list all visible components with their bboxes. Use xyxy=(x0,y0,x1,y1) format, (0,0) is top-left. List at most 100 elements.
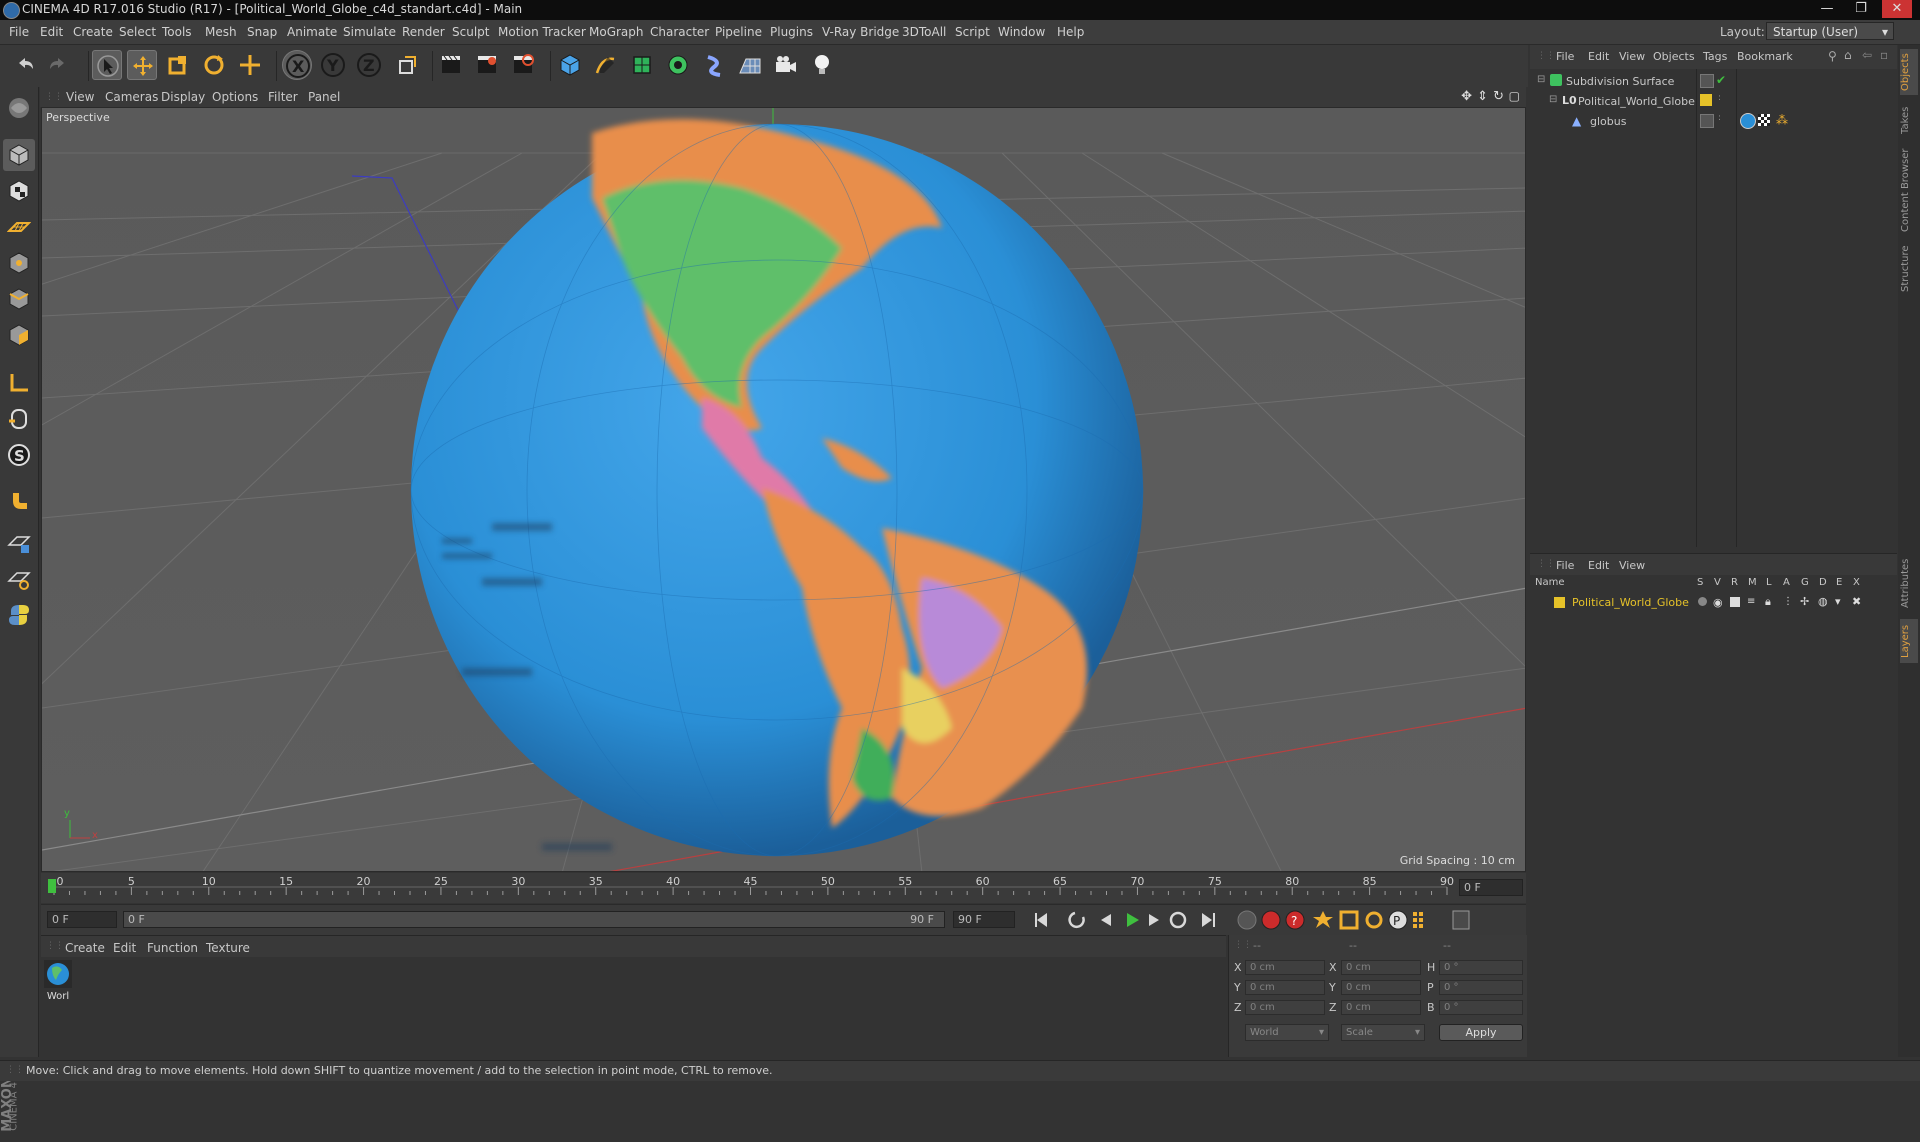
uvw-tag-icon[interactable]: ⁂ xyxy=(1776,113,1788,127)
layer-row[interactable]: Political_World_Globe ◉ ≡ 🔒︎ ⋮ ✢ ◍ ▾ ✖ xyxy=(1530,594,1897,614)
obj-menu-file[interactable]: File xyxy=(1556,50,1574,63)
material-swatch[interactable]: Worl xyxy=(44,960,72,1002)
obj-menu-objects[interactable]: Objects xyxy=(1653,50,1695,63)
live-select-icon[interactable] xyxy=(235,50,265,80)
range-slider[interactable]: 0 F 90 F xyxy=(123,911,945,928)
light-icon[interactable] xyxy=(807,50,837,80)
layer-color-swatch[interactable] xyxy=(1700,94,1712,106)
3d-viewport[interactable]: y x Perspective Grid Spacing : 10 cm xyxy=(41,107,1526,872)
menu-edit[interactable]: Edit xyxy=(40,25,63,39)
menu-snap[interactable]: Snap xyxy=(247,25,277,39)
render-view-icon[interactable] xyxy=(436,50,466,80)
layer-slot-icon[interactable] xyxy=(1700,74,1714,88)
menu-3dtoall[interactable]: 3DToAll xyxy=(902,25,946,39)
vp-menu-panel[interactable]: Panel xyxy=(308,90,340,104)
rotate-icon[interactable] xyxy=(199,50,229,80)
menu-plugins[interactable]: Plugins xyxy=(770,25,813,39)
render-icon[interactable] xyxy=(1730,597,1740,607)
tab-structure[interactable]: Structure xyxy=(1900,241,1918,297)
tab-content-browser[interactable]: Content Browser xyxy=(1900,145,1918,235)
menu-motion-tracker[interactable]: Motion Tracker xyxy=(498,25,586,39)
make-editable-icon[interactable] xyxy=(3,92,35,124)
menu-window[interactable]: Window xyxy=(998,25,1045,39)
workplane-icon[interactable] xyxy=(3,211,35,243)
coord-mode-world-dropdown[interactable]: World ▾ xyxy=(1245,1024,1329,1041)
menu-create[interactable]: Create xyxy=(73,25,113,39)
cube-icon[interactable] xyxy=(555,50,585,80)
visibility-dots-icon[interactable]: : xyxy=(1718,93,1721,103)
menu-script[interactable]: Script xyxy=(955,25,990,39)
cloner-icon[interactable] xyxy=(663,50,693,80)
deformer-icon[interactable] xyxy=(699,50,729,80)
size-z-field[interactable]: 0 cm xyxy=(1341,1000,1421,1015)
coord-mode-scale-dropdown[interactable]: Scale ▾ xyxy=(1341,1024,1425,1041)
deformers-icon[interactable]: ◍ xyxy=(1818,595,1828,608)
collapse-icon[interactable]: ⊟ xyxy=(1549,94,1557,105)
collapse-icon[interactable]: ⊟ xyxy=(1537,74,1545,85)
menu-mograph[interactable]: MoGraph xyxy=(589,25,644,39)
animation-icon[interactable]: ⋮ xyxy=(1783,596,1793,607)
minimize-button[interactable]: — xyxy=(1812,0,1842,18)
object-row-globus[interactable]: ▲ globus : ⁂ xyxy=(1530,113,1897,133)
vp-menu-cameras[interactable]: Cameras xyxy=(105,90,158,104)
render-picture-viewer-icon[interactable] xyxy=(472,50,502,80)
layer-menu-edit[interactable]: Edit xyxy=(1588,559,1609,572)
texture-mode-icon[interactable] xyxy=(3,175,35,207)
vp-menu-display[interactable]: Display xyxy=(161,90,205,104)
end-frame-field[interactable]: 90 F xyxy=(953,911,1015,928)
vp-menu-filter[interactable]: Filter xyxy=(268,90,298,104)
visibility-dots-icon[interactable]: : xyxy=(1718,113,1721,123)
menu-tools[interactable]: Tools xyxy=(162,25,192,39)
menu-mesh[interactable]: Mesh xyxy=(205,25,237,39)
expressions-icon[interactable]: ▾ xyxy=(1835,595,1841,608)
eye-icon[interactable]: ◉ xyxy=(1713,596,1723,609)
mat-menu-edit[interactable]: Edit xyxy=(113,941,136,955)
timeline-ruler[interactable]: 0 5 10 15 20 25 30 35 40 45 50 55 60 65 70 75 80 85 90 0 F xyxy=(41,873,1526,903)
layer-color-swatch[interactable] xyxy=(1554,597,1565,608)
home-icon[interactable]: ⌂ xyxy=(1844,48,1852,62)
pan-icon[interactable]: ✥ xyxy=(1461,89,1472,104)
menu-help[interactable]: Help xyxy=(1057,25,1084,39)
menu-animate[interactable]: Animate xyxy=(287,25,337,39)
axis-y-icon[interactable]: Y xyxy=(318,50,348,80)
close-button[interactable]: ✕ xyxy=(1882,0,1912,18)
scale-icon[interactable] xyxy=(163,50,193,80)
current-frame-field[interactable]: 0 F xyxy=(1459,879,1523,896)
floor-icon[interactable] xyxy=(735,50,765,80)
orbit-icon[interactable]: ↻ xyxy=(1493,89,1504,104)
workplane-lock-icon[interactable] xyxy=(3,527,35,559)
obj-menu-bookmark[interactable]: Bookmark xyxy=(1737,50,1793,63)
redo-icon[interactable] xyxy=(43,50,73,80)
object-row-subdivision[interactable]: ⊟ Subdivision Surface ✔ xyxy=(1530,73,1897,93)
axis-z-icon[interactable]: Z xyxy=(354,50,384,80)
phong-tag-icon[interactable] xyxy=(1758,114,1770,126)
layout-dropdown[interactable]: Startup (User) ▾ xyxy=(1766,22,1894,40)
tab-layers[interactable]: Layers xyxy=(1900,619,1918,663)
maximize-button[interactable]: ❐ xyxy=(1846,0,1876,18)
solo-icon[interactable] xyxy=(1698,597,1707,606)
points-mode-icon[interactable] xyxy=(3,247,35,279)
coordinate-system-icon[interactable] xyxy=(392,50,422,80)
size-y-field[interactable]: 0 cm xyxy=(1341,980,1421,995)
mat-menu-function[interactable]: Function xyxy=(147,941,198,955)
enabled-check-icon[interactable]: ✔ xyxy=(1716,73,1726,87)
menu-vray-bridge[interactable]: V-Ray Bridge xyxy=(822,25,899,39)
new-view-icon[interactable]: ▫ xyxy=(1880,48,1888,62)
vp-menu-options[interactable]: Options xyxy=(212,90,258,104)
tweak-mode-icon[interactable] xyxy=(3,403,35,435)
start-frame-field[interactable]: 0 F xyxy=(47,911,117,928)
polygons-mode-icon[interactable] xyxy=(3,319,35,351)
menu-simulate[interactable]: Simulate xyxy=(343,25,396,39)
render-settings-icon[interactable] xyxy=(508,50,538,80)
select-arrow-icon[interactable] xyxy=(92,50,122,80)
layer-menu-file[interactable]: File xyxy=(1556,559,1574,572)
layer-menu-view[interactable]: View xyxy=(1619,559,1645,572)
rotation-p-field[interactable]: 0 ° xyxy=(1439,980,1523,995)
zoom-icon[interactable]: ⇕ xyxy=(1477,89,1488,104)
xref-icon[interactable]: ✖ xyxy=(1852,595,1861,608)
snap-icon[interactable]: S xyxy=(3,439,35,471)
edges-mode-icon[interactable] xyxy=(3,283,35,315)
menu-pipeline[interactable]: Pipeline xyxy=(715,25,762,39)
position-z-field[interactable]: 0 cm xyxy=(1245,1000,1325,1015)
apply-button[interactable]: Apply xyxy=(1439,1024,1523,1041)
